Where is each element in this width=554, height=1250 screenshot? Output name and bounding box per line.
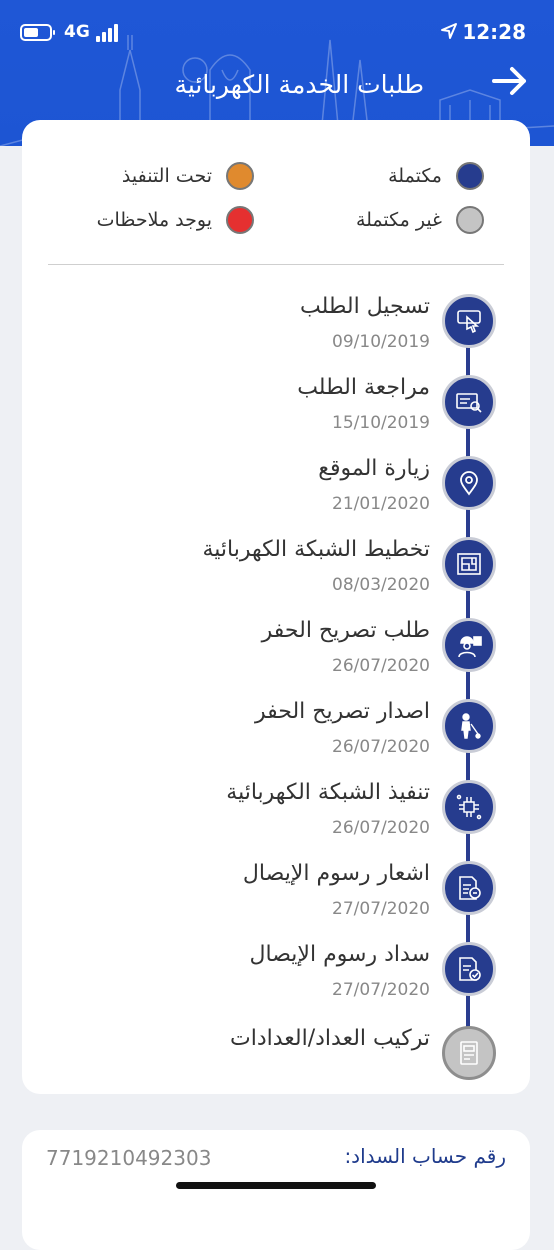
- invoice-icon: [442, 861, 496, 915]
- step-title: طلب تصريح الحفر: [261, 618, 430, 643]
- step-digging-permit-request[interactable]: طلب تصريح الحفر 26/07/2020: [22, 618, 530, 698]
- step-title: سداد رسوم الإيصال: [249, 942, 430, 967]
- step-title: اشعار رسوم الإيصال: [242, 861, 430, 886]
- step-title: مراجعة الطلب: [297, 375, 430, 400]
- step-date: 26/07/2020: [332, 818, 430, 838]
- meter-icon: [442, 1026, 496, 1080]
- legend-dot-in-progress: [226, 162, 254, 190]
- step-review[interactable]: مراجعة الطلب 15/10/2019: [22, 375, 530, 455]
- legend-label-incomplete: غير مكتملة: [355, 209, 442, 231]
- account-card: رقم حساب السداد: 7719210492303: [22, 1130, 530, 1250]
- step-date: 26/07/2020: [332, 737, 430, 757]
- legend-notes: يوجد ملاحظات: [97, 204, 254, 236]
- battery-icon: [20, 24, 55, 41]
- step-title: زيارة الموقع: [318, 456, 430, 481]
- digging-icon: [442, 699, 496, 753]
- account-value: 7719210492303: [46, 1146, 212, 1170]
- legend-in-progress: تحت التنفيذ: [122, 160, 254, 192]
- step-date: 09/10/2019: [332, 332, 430, 352]
- back-arrow-icon[interactable]: [492, 66, 528, 96]
- home-indicator: [176, 1182, 376, 1189]
- step-title: اصدار تصريح الحفر: [254, 699, 430, 724]
- step-site-visit[interactable]: زيارة الموقع 21/01/2020: [22, 456, 530, 536]
- step-title: تخطيط الشبكة الكهربائية: [202, 537, 430, 562]
- step-date: 21/01/2020: [332, 494, 430, 514]
- touch-icon: [442, 294, 496, 348]
- step-date: 27/07/2020: [332, 980, 430, 1000]
- step-connection-fee-notice[interactable]: اشعار رسوم الإيصال 27/07/2020: [22, 861, 530, 941]
- paid-invoice-icon: [442, 942, 496, 996]
- account-label: رقم حساب السداد:: [344, 1144, 506, 1168]
- step-registration[interactable]: تسجيل الطلب 09/10/2019: [22, 294, 530, 374]
- circuit-icon: [442, 780, 496, 834]
- step-date: 08/03/2020: [332, 575, 430, 595]
- review-icon: [442, 375, 496, 429]
- step-title: تسجيل الطلب: [300, 294, 430, 319]
- step-network-planning[interactable]: تخطيط الشبكة الكهربائية 08/03/2020: [22, 537, 530, 617]
- location-arrow-icon: [441, 23, 457, 39]
- network-label: 4G: [64, 22, 90, 42]
- step-network-execution[interactable]: تنفيذ الشبكة الكهربائية 26/07/2020: [22, 780, 530, 860]
- legend-dot-notes: [226, 206, 254, 234]
- step-date: 27/07/2020: [332, 899, 430, 919]
- page-title: طلبات الخدمة الكهربائية: [174, 70, 424, 99]
- status-bar: 4G 12:28: [0, 0, 554, 60]
- step-connection-fee-payment[interactable]: سداد رسوم الإيصال 27/07/2020: [22, 942, 530, 1022]
- legend-label-notes: يوجد ملاحظات: [96, 209, 212, 231]
- legend-incomplete: غير مكتملة: [356, 204, 484, 236]
- signal-icon: [96, 24, 122, 42]
- step-title: تركيب العداد/العدادات: [230, 1026, 430, 1051]
- legend-label-complete: مكتملة: [388, 165, 442, 187]
- location-icon: [442, 456, 496, 510]
- step-date: 26/07/2020: [332, 656, 430, 676]
- clock: 12:28: [462, 20, 526, 44]
- worker-icon: [442, 618, 496, 672]
- blueprint-icon: [442, 537, 496, 591]
- step-digging-permit-issue[interactable]: اصدار تصريح الحفر 26/07/2020: [22, 699, 530, 779]
- step-meter-installation[interactable]: تركيب العداد/العدادات: [22, 1026, 530, 1106]
- legend-complete: مكتملة: [388, 160, 484, 192]
- status-card: مكتملة تحت التنفيذ غير مكتملة يوجد ملاحظ…: [22, 120, 530, 1094]
- step-title: تنفيذ الشبكة الكهربائية: [226, 780, 430, 805]
- legend-dot-incomplete: [456, 206, 484, 234]
- divider: [48, 264, 504, 265]
- step-date: 15/10/2019: [332, 413, 430, 433]
- legend-label-in-progress: تحت التنفيذ: [121, 165, 212, 187]
- legend-dot-complete: [456, 162, 484, 190]
